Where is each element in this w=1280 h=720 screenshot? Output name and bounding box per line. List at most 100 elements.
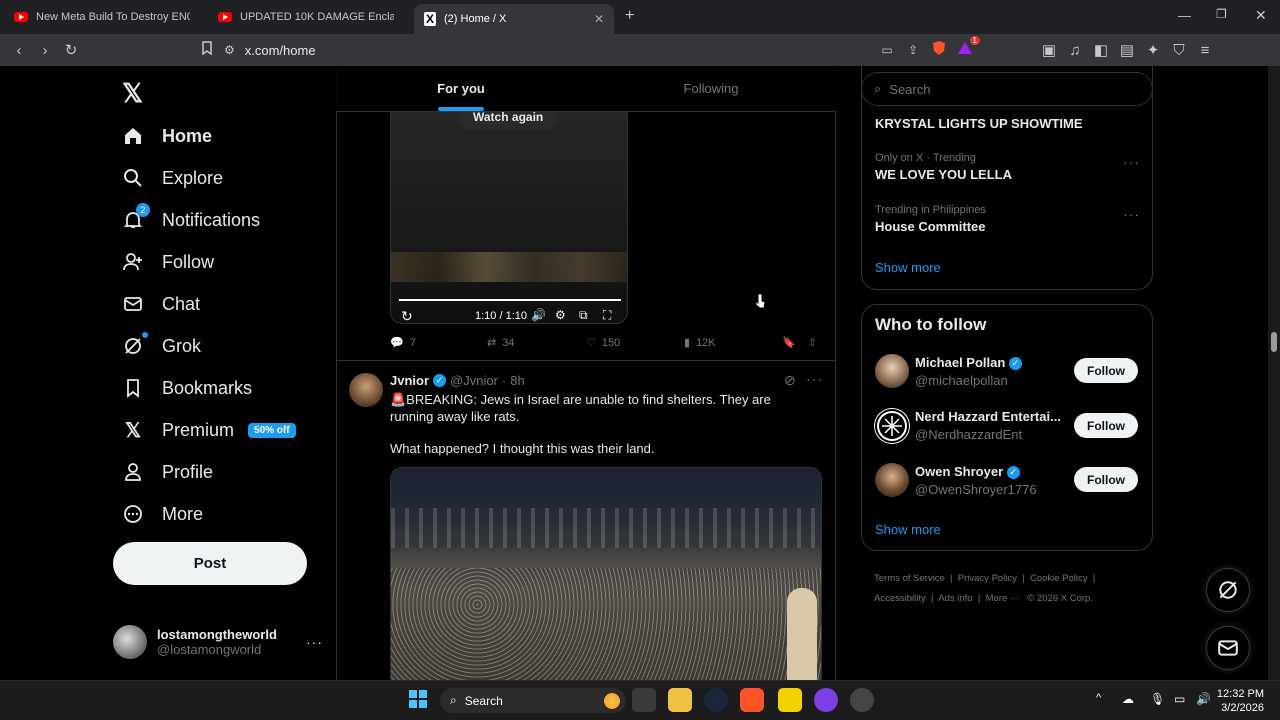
author-name[interactable]: Jvnior [390,373,429,388]
nav-grok[interactable]: Grok [122,332,201,357]
follow-show-more-link[interactable]: Show more [875,522,941,537]
follow-button[interactable]: Follow [1074,358,1138,383]
windows-start-icon[interactable] [408,689,428,714]
nav-home[interactable]: Home [122,125,212,147]
like-button[interactable]: ♡ 150 [586,336,620,350]
author-handle[interactable]: @Jvnior [450,373,498,388]
volume-icon[interactable]: 🔊 [531,308,546,322]
post-button[interactable]: Post [113,542,307,585]
account-switcher[interactable]: lostamongtheworld @lostamongworld ··· [113,618,323,666]
taskbar-clock[interactable]: 12:32 PM 3/2/2026 [1214,687,1264,715]
footer-link[interactable]: Cookie Policy [1030,573,1088,584]
post-time[interactable]: 8h [510,373,524,388]
network-icon[interactable]: ▭ [1174,692,1185,706]
sticky-notes-icon[interactable] [778,688,802,712]
settings-icon[interactable]: ⚙ [555,308,566,322]
watch-again-button[interactable]: Watch again [459,112,558,130]
page-scrollbar[interactable] [1268,66,1280,680]
cast-icon[interactable]: ▭ [874,43,900,57]
site-settings-icon[interactable]: ⚙ [224,43,235,57]
trends-show-more-link[interactable]: Show more [875,260,941,275]
replay-icon[interactable]: ↻ [401,308,413,323]
reader-icon[interactable]: ▣ [1036,41,1062,59]
close-tab-icon[interactable]: ✕ [594,12,604,26]
bookmark-icon[interactable]: 🔖 [782,336,796,349]
more-dots-icon[interactable]: ··· [806,371,823,387]
brave-shields-icon[interactable] [926,40,952,60]
trend-item[interactable]: Only on X · Trending WE LOVE YOU LELLA [875,152,1012,182]
share-icon[interactable]: ⇧ [808,336,817,349]
scrollbar-thumb[interactable] [1271,332,1277,352]
footer-link[interactable]: Ads info [938,593,972,604]
nav-profile[interactable]: Profile [122,461,213,483]
more-dots-icon[interactable]: ··· [1123,154,1140,170]
repost-button[interactable]: ⇄ 34 [487,336,514,350]
vpn-icon[interactable]: ⛉ [1166,42,1192,59]
steam-icon[interactable] [704,688,728,712]
close-window-icon[interactable]: ✕ [1255,7,1267,24]
tab-for-you[interactable]: For you [336,66,586,111]
nav-more[interactable]: More [122,503,203,525]
sidebar-icon[interactable]: ◧ [1088,41,1114,59]
share-icon[interactable]: ⇪ [900,43,926,57]
avatar[interactable] [875,463,909,497]
tray-chevron-icon[interactable]: ^ [1096,692,1101,704]
microphone-icon[interactable]: 🎙 [1150,692,1165,706]
reload-icon[interactable]: ↻ [58,41,84,59]
forward-icon[interactable]: › [32,42,58,59]
nav-premium[interactable]: 𝕏 Premium 50% off [122,419,296,442]
nav-chat[interactable]: Chat [122,293,200,315]
fullscreen-icon[interactable]: ⛶ [603,308,611,323]
file-explorer-icon[interactable] [668,688,692,712]
trend-item[interactable]: KRYSTAL LIGHTS UP SHOWTIME [875,116,1083,131]
app-icon[interactable] [814,688,838,712]
grok-icon[interactable]: ⊘ [784,372,796,389]
wallet-icon[interactable]: ▤ [1114,41,1140,59]
footer-link[interactable]: Privacy Policy [958,573,1017,584]
back-icon[interactable]: ‹ [6,42,32,59]
taskbar-search[interactable]: ⌕ Search [440,688,626,713]
nav-explore[interactable]: Explore [122,167,223,189]
views-button[interactable]: ▮ 12K [684,336,716,350]
browser-tab[interactable]: UPDATED 10K DAMAGE Enclave Plas [208,4,404,30]
bookmark-page-icon[interactable] [194,41,220,59]
footer-link[interactable]: Accessibility [874,593,926,604]
leo-ai-icon[interactable]: ✦ [1140,41,1166,59]
brave-rewards-icon[interactable]: 1 [952,36,980,60]
video-progress-track[interactable] [399,299,621,301]
suggestion[interactable]: Nerd Hazzard Entertai... @NerdhazzardEnt [915,409,1061,442]
tab-following[interactable]: Following [586,66,836,111]
browser-tab[interactable]: New Meta Build To Destroy EN06 Shi [4,4,200,30]
follow-button[interactable]: Follow [1074,467,1138,492]
suggestion[interactable]: Owen Shroyer ✓ @OwenShroyer1776 [915,464,1037,497]
brave-browser-icon[interactable] [740,688,764,712]
nav-follow[interactable]: Follow [122,251,214,273]
minimize-icon[interactable]: — [1178,8,1191,23]
video-player[interactable]: Watch again ↻ 1:10 / 1:10 🔊 ⚙ ⧉ ⛶ [390,112,628,324]
footer-link[interactable]: More ··· [986,593,1020,604]
footer-link[interactable]: Terms of Service [874,573,945,584]
x-logo-icon[interactable]: 𝕏 [122,78,143,109]
avatar[interactable] [349,373,383,407]
more-dots-icon[interactable]: ··· [1123,206,1140,222]
volume-icon[interactable]: 🔊 [1196,692,1211,706]
post-image[interactable] [390,467,822,680]
reply-button[interactable]: 💬 7 [390,336,416,350]
address-bar[interactable]: ⚙ x.com/home [224,38,874,62]
avatar[interactable] [875,409,909,443]
nav-notifications[interactable]: 2 Notifications [122,203,260,231]
suggestion[interactable]: Michael Pollan ✓ @michaelpollan [915,355,1022,388]
nav-bookmarks[interactable]: Bookmarks [122,377,252,399]
messages-float-button[interactable] [1206,626,1250,670]
onedrive-icon[interactable]: ☁ [1122,692,1134,706]
browser-tab-active[interactable]: X (2) Home / X ✕ [414,4,614,34]
restore-icon[interactable]: ❐ [1216,7,1227,21]
grok-float-button[interactable] [1206,568,1250,612]
avatar[interactable] [875,354,909,388]
trend-item[interactable]: Trending in Philippines House Committee [875,204,986,234]
new-tab-icon[interactable]: + [625,7,634,25]
task-view-icon[interactable] [632,688,656,712]
follow-button[interactable]: Follow [1074,413,1138,438]
menu-icon[interactable]: ≡ [1192,42,1218,59]
pip-icon[interactable]: ⧉ [579,308,588,323]
